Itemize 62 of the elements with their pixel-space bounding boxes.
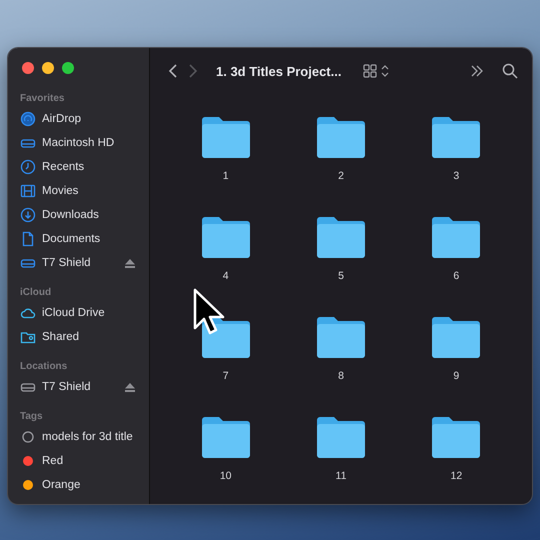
sidebar-item[interactable]: T7 Shield [8, 251, 149, 275]
document-icon [20, 231, 36, 247]
sidebar-item[interactable]: models for 3d title [8, 425, 149, 449]
view-options-button[interactable] [363, 64, 390, 78]
search-button[interactable] [502, 63, 518, 79]
close-button[interactable] [22, 62, 34, 74]
folder-icon[interactable] [430, 216, 482, 258]
sidebar-item[interactable]: Macintosh HD [8, 131, 149, 155]
sidebar-heading: iCloud [19, 287, 52, 300]
folder-icon[interactable] [430, 416, 482, 458]
sidebar-item[interactable]: Shared [8, 325, 149, 349]
sidebar-heading: Tags [19, 411, 44, 424]
folder-icon[interactable] [200, 216, 252, 258]
sidebar-item[interactable]: iCloud Drive [8, 301, 149, 325]
folder-name: 9 [453, 370, 460, 382]
folder-name: 8 [338, 370, 344, 382]
folder-icon[interactable] [430, 116, 482, 158]
zoom-button[interactable] [62, 62, 74, 74]
folder-icon[interactable] [200, 316, 252, 358]
folder-icon[interactable] [314, 216, 367, 258]
film-icon [20, 183, 36, 199]
sidebar-heading: Favorites [19, 93, 66, 106]
grid-icon [363, 64, 378, 78]
window-title: 1. 3d Titles Project... [216, 64, 342, 78]
folder-name: 6 [453, 270, 460, 282]
minimize-button[interactable] [42, 62, 54, 74]
eject-icon[interactable] [125, 382, 135, 392]
folder-name: 10 [220, 470, 232, 482]
folder-icon[interactable] [314, 316, 367, 358]
sidebar-item[interactable]: Orange [8, 473, 149, 497]
folder-name: 1 [222, 170, 229, 182]
tag-dot [20, 453, 36, 469]
folder-icon[interactable] [200, 416, 252, 458]
sidebar-item[interactable]: T7 Shield [8, 375, 149, 399]
back-button[interactable] [168, 63, 178, 79]
sidebar-item[interactable]: Red [8, 449, 149, 473]
folder-icon[interactable] [314, 416, 367, 458]
folder-icon[interactable] [314, 116, 367, 158]
airdrop-icon [20, 111, 36, 127]
folder-name: 11 [336, 470, 346, 482]
folder-name: 12 [450, 470, 462, 482]
folder-name: 5 [338, 270, 344, 282]
eject-icon[interactable] [125, 258, 135, 268]
folder-name: 3 [453, 170, 460, 182]
download-icon [20, 207, 36, 223]
folder-name: 2 [338, 170, 344, 182]
sidebar-item[interactable]: Recents [8, 155, 149, 179]
sidebar-item[interactable]: AirDrop [8, 107, 149, 131]
folder-name: 7 [222, 370, 229, 382]
tag-dot [20, 477, 36, 493]
folder-icon[interactable] [200, 116, 252, 158]
cursor-icon [193, 288, 227, 336]
sidebar-item[interactable]: Documents [8, 227, 149, 251]
more-button[interactable] [470, 65, 484, 77]
sidebar-item[interactable]: Downloads [8, 203, 149, 227]
clock-icon [20, 159, 36, 175]
sidebar-item[interactable]: Movies [8, 179, 149, 203]
tag-circle-icon [20, 429, 36, 445]
folder-icon[interactable] [430, 316, 482, 358]
folder-name: 4 [222, 270, 229, 282]
sidebar-heading: Locations [19, 361, 68, 374]
chevron-icon [381, 65, 390, 77]
